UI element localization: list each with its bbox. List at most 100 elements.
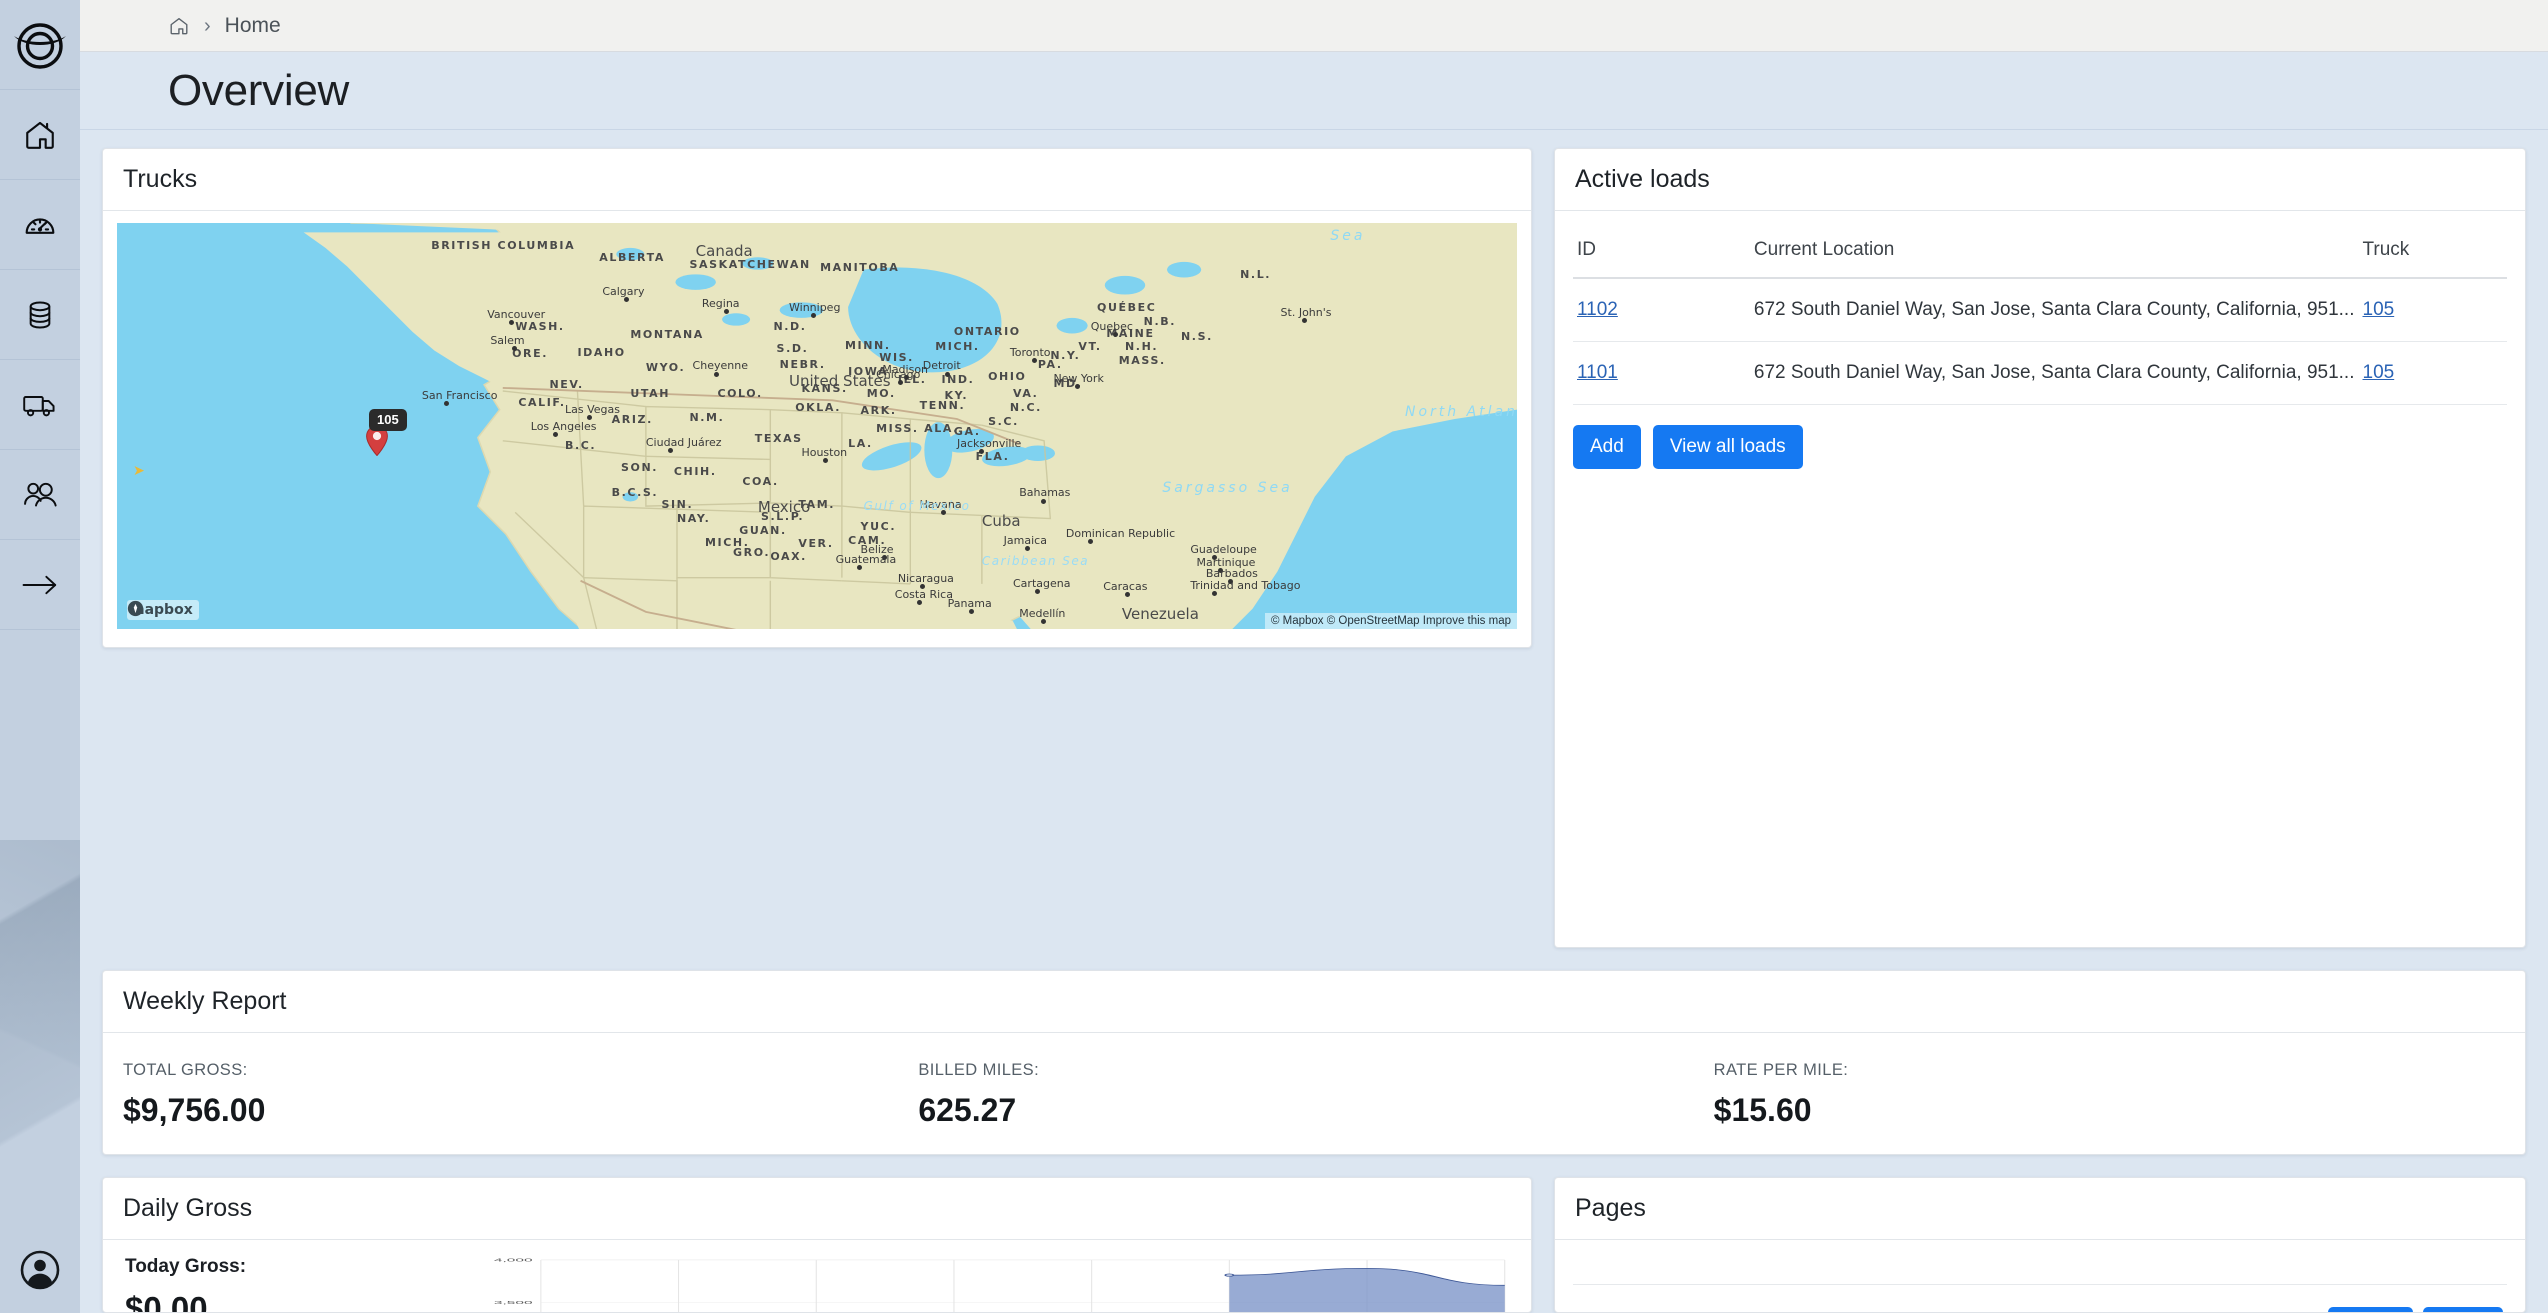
table-row: 1102 672 South Daniel Way, San Jose, San…: [1573, 278, 2507, 342]
list-item: Employees Add: [1573, 1284, 2507, 1312]
cell-truck: 105: [2359, 342, 2508, 405]
chart-y-tick-label: 3,500: [494, 1300, 533, 1305]
metric-total-gross-label: TOTAL GROSS:: [123, 1061, 916, 1080]
map-city-dot: [1088, 539, 1093, 544]
home-icon: [23, 118, 57, 152]
sidebar-item-dashboard[interactable]: [0, 180, 80, 270]
page-title: Overview: [168, 66, 349, 116]
add-load-button[interactable]: Add: [1573, 425, 1641, 469]
daily-gross-header: Daily Gross: [103, 1178, 1531, 1240]
active-loads-header: Active loads: [1555, 149, 2525, 211]
map-city-dot: [811, 313, 816, 318]
active-loads-body: ID Current Location Truck 1102 672 South…: [1555, 211, 2525, 947]
dashboard-content: Trucks: [80, 130, 2548, 1313]
metric-billed-miles: BILLED MILES: 625.27: [916, 1061, 1711, 1129]
breadcrumb-separator: ›: [204, 16, 211, 36]
today-gross-block: Today Gross: $0.00: [121, 1256, 481, 1312]
truck-link[interactable]: 105: [2363, 299, 2395, 320]
map-city-dot: [587, 415, 592, 420]
sidebar-item-home[interactable]: [0, 90, 80, 180]
metric-rate-per-mile: RATE PER MILE: $15.60: [1712, 1061, 2507, 1129]
avatar[interactable]: [0, 1235, 80, 1305]
map-city-dot: [1041, 499, 1046, 504]
improve-map-link[interactable]: Improve this map: [1423, 615, 1511, 627]
trucks-card-body: CanadaUnited StatesMexicoCubaVenezuelaBR…: [103, 211, 1531, 647]
daily-gross-chart[interactable]: 3,500 4,000: [481, 1256, 1513, 1312]
map-attribution-text: © Mapbox © OpenStreetMap: [1271, 615, 1420, 627]
weekly-report-card: Weekly Report TOTAL GROSS: $9,756.00 BIL…: [102, 970, 2526, 1155]
truck-icon: [22, 387, 58, 423]
trucks-map[interactable]: CanadaUnited StatesMexicoCubaVenezuelaBR…: [117, 223, 1517, 629]
map-city-dot: [444, 401, 449, 406]
sidebar-decoration-2: [0, 840, 80, 1270]
view-all-loads-button[interactable]: View all loads: [1653, 425, 1803, 469]
load-id-link[interactable]: 1101: [1577, 362, 1618, 383]
cell-load-id: 1101: [1573, 342, 1750, 405]
map-city-dot: [1125, 592, 1130, 597]
metric-rate-per-mile-label: RATE PER MILE:: [1714, 1061, 2507, 1080]
speedometer-icon: [23, 208, 57, 242]
map-city-dot: [920, 584, 925, 589]
load-id-link[interactable]: 1102: [1577, 299, 1618, 320]
map-city-dot: [553, 432, 558, 437]
map-geometry: [117, 223, 1517, 629]
map-city-dot: [1075, 384, 1080, 389]
chart-y-tick-label: 4,000: [494, 1258, 533, 1263]
cell-load-id: 1102: [1573, 278, 1750, 342]
metric-rate-per-mile-value: $15.60: [1714, 1092, 2507, 1129]
app-logo[interactable]: [0, 0, 80, 90]
sidebar-item-expand[interactable]: [0, 540, 80, 630]
top-row: Trucks: [102, 148, 2526, 948]
today-gross-value: $0.00: [125, 1290, 481, 1312]
mapbox-mark-icon: [127, 600, 144, 617]
sidebar-item-trucks[interactable]: [0, 360, 80, 450]
map-city-dot: [945, 372, 950, 377]
daily-gross-body: Today Gross: $0.00 3,500 4,000: [103, 1240, 1531, 1312]
pages-title: Pages: [1575, 1194, 1646, 1223]
map-city-dot: [509, 320, 514, 325]
trucks-card: Trucks: [102, 148, 1532, 648]
metric-billed-miles-value: 625.27: [918, 1092, 1711, 1129]
pages-body: Employees Add: [1555, 1240, 2525, 1312]
user-avatar-icon: [20, 1250, 60, 1290]
map-city-dot: [1212, 555, 1217, 560]
active-loads-title: Active loads: [1575, 165, 1710, 194]
employees-add-button[interactable]: Add: [2328, 1307, 2412, 1312]
bottom-row: Daily Gross Today Gross: $0.00 3,500 4,00…: [102, 1177, 2526, 1313]
cell-location: 672 South Daniel Way, San Jose, Santa Cl…: [1750, 278, 2359, 342]
cell-truck: 105: [2359, 278, 2508, 342]
trucks-card-header: Trucks: [103, 149, 1531, 211]
column-header-id[interactable]: ID: [1573, 221, 1750, 278]
truck-badge-105[interactable]: 105: [369, 409, 407, 431]
sidebar-item-employees[interactable]: [0, 450, 80, 540]
daily-gross-chart-svg: 3,500 4,000: [481, 1256, 1513, 1312]
column-header-location[interactable]: Current Location: [1750, 221, 2359, 278]
page-title-bar: Overview: [80, 52, 2548, 130]
sidebar-item-database[interactable]: [0, 270, 80, 360]
compass-arrow-icon: ➤: [133, 462, 145, 479]
main-area: › Home Overview Trucks: [80, 0, 2548, 1313]
map-attribution: © Mapbox © OpenStreetMap Improve this ma…: [1265, 613, 1517, 629]
metric-total-gross: TOTAL GROSS: $9,756.00: [121, 1061, 916, 1129]
users-icon: [22, 477, 58, 513]
truck-link[interactable]: 105: [2363, 362, 2395, 383]
active-loads-actions: Add View all loads: [1573, 405, 2507, 469]
map-city-dot: [714, 372, 719, 377]
pages-card: Pages Employees Add: [1554, 1177, 2526, 1313]
breadcrumb: › Home: [80, 0, 2548, 52]
arrow-right-icon: [21, 569, 59, 601]
mapbox-logo[interactable]: mapbox: [127, 600, 199, 620]
map-city-dot: [917, 600, 922, 605]
weekly-report-title: Weekly Report: [123, 987, 287, 1016]
table-header-row: ID Current Location Truck: [1573, 221, 2507, 278]
employees-list-button[interactable]: List: [2423, 1307, 2503, 1312]
active-loads-card: Active loads ID Current Location Truck: [1554, 148, 2526, 948]
weekly-report-body: TOTAL GROSS: $9,756.00 BILLED MILES: 625…: [103, 1033, 2525, 1154]
daily-gross-title: Daily Gross: [123, 1194, 252, 1223]
sidebar: [0, 0, 80, 1313]
chart-point[interactable]: [1225, 1274, 1233, 1277]
database-icon: [24, 299, 56, 331]
column-header-truck[interactable]: Truck: [2359, 221, 2508, 278]
breadcrumb-home-icon[interactable]: [168, 15, 190, 37]
breadcrumb-item-home[interactable]: Home: [225, 14, 281, 38]
